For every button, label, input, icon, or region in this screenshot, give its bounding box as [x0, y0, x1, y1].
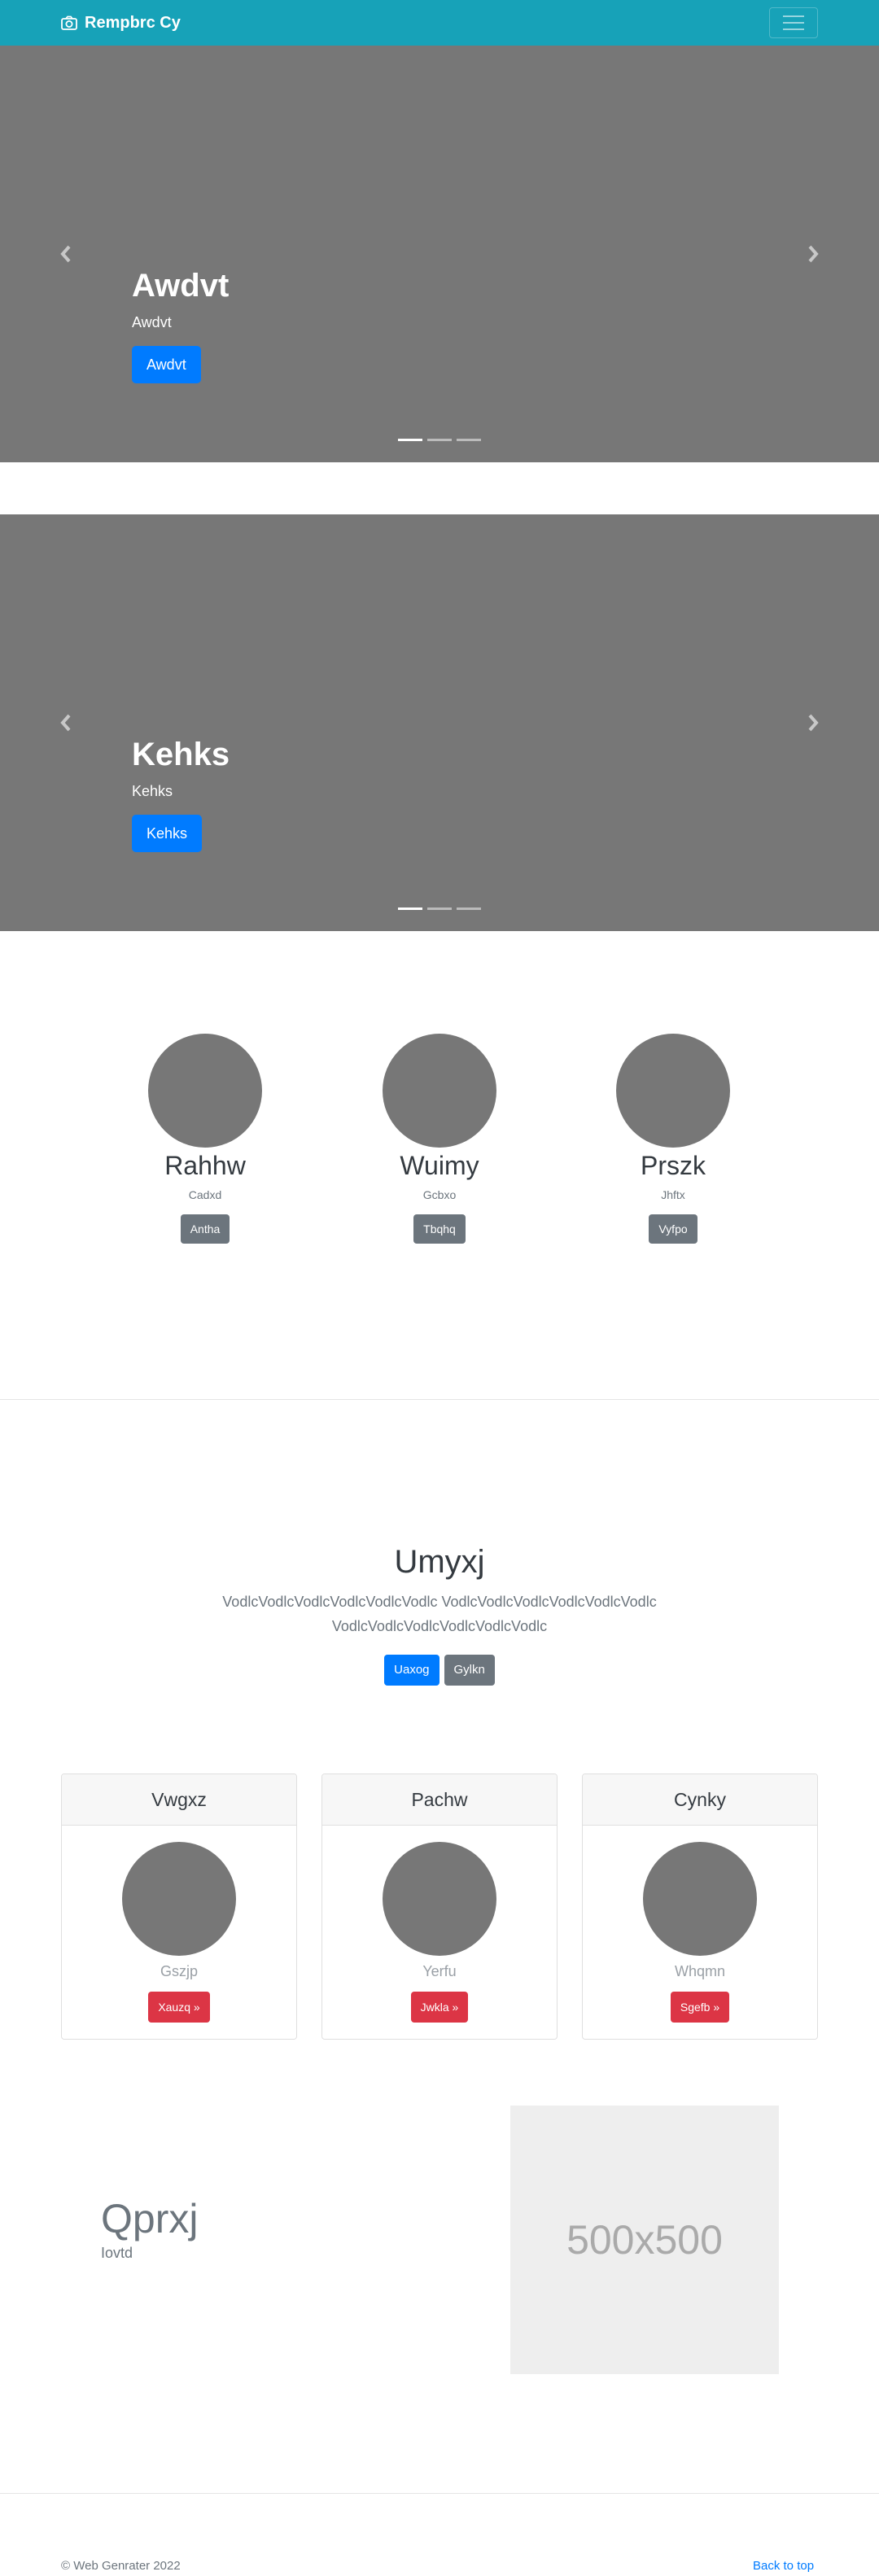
- marketing-column: Wuimy Gcbxo Tbqhq: [317, 1034, 562, 1244]
- chevron-right-icon: [808, 714, 819, 732]
- column-text: Gcbxo: [422, 1188, 457, 1201]
- avatar-placeholder: [383, 1034, 496, 1148]
- carousel-2-indicator[interactable]: [457, 908, 481, 910]
- card-text: Yerfu: [422, 1963, 457, 1979]
- featurette-image-placeholder: 500x500: [510, 2106, 779, 2374]
- carousel-1-button[interactable]: Awdvt: [132, 346, 201, 383]
- card-text: Gszjp: [160, 1963, 198, 1979]
- carousel-1: Awdvt Awdvt Awdvt: [0, 46, 879, 462]
- brand-link[interactable]: Rempbrc Cy: [61, 11, 181, 34]
- chevron-right-icon: [808, 245, 819, 263]
- carousel-2-next-button[interactable]: [747, 514, 879, 931]
- column-title: Wuimy: [400, 1151, 479, 1180]
- card: Vwgxz Gszjp Xauzq »: [61, 1773, 297, 2040]
- carousel-2-indicator[interactable]: [427, 908, 452, 910]
- card-header: Vwgxz: [62, 1774, 296, 1826]
- carousel-2-prev-button[interactable]: [0, 514, 132, 931]
- card-header: Pachw: [322, 1774, 557, 1826]
- back-to-top-link[interactable]: Back to top: [753, 2558, 814, 2574]
- carousel-2-indicator[interactable]: [398, 908, 422, 910]
- column-text: Cadxd: [188, 1188, 222, 1201]
- avatar-placeholder: [643, 1842, 757, 1956]
- avatar-placeholder: [122, 1842, 236, 1956]
- carousel-2: Kehks Kehks Kehks: [0, 514, 879, 931]
- avatar-placeholder: [148, 1034, 262, 1148]
- chevron-left-icon: [60, 714, 71, 732]
- chevron-left-icon: [60, 245, 71, 263]
- carousel-2-indicators: [0, 908, 879, 910]
- jumbotron-secondary-button[interactable]: Gylkn: [444, 1655, 495, 1686]
- carousel-1-text: Awdvt: [132, 314, 172, 330]
- avatar-placeholder: [383, 1842, 496, 1956]
- column-title: Rahhw: [164, 1151, 246, 1180]
- carousel-1-title: Awdvt: [132, 268, 230, 304]
- navbar-toggler-button[interactable]: [769, 7, 818, 38]
- menu-icon: [783, 15, 804, 30]
- column-title: Prszk: [641, 1151, 706, 1180]
- carousel-1-indicator[interactable]: [398, 439, 422, 441]
- card-button[interactable]: Xauzq »: [148, 1992, 210, 2023]
- camera-icon: [61, 15, 77, 30]
- footer-divider: [0, 2493, 879, 2494]
- carousel-1-next-button[interactable]: [747, 46, 879, 462]
- jumbotron-text: VodlcVodlcVodlcVodlcVodlcVodlc VodlcVodl…: [222, 1594, 657, 1634]
- jumbotron-buttons: Uaxog Gylkn: [0, 1655, 879, 1686]
- featurette-subtitle: Iovtd: [101, 2245, 133, 2261]
- carousel-2-button[interactable]: Kehks: [132, 815, 203, 852]
- card-button[interactable]: Sgefb »: [670, 1992, 730, 2023]
- brand-text: Rempbrc Cy: [85, 13, 181, 32]
- avatar-placeholder: [616, 1034, 730, 1148]
- marketing-column: Rahhw Cadxd Antha: [83, 1034, 327, 1244]
- carousel-1-prev-button[interactable]: [0, 46, 132, 462]
- carousel-1-indicator[interactable]: [427, 439, 452, 441]
- jumbotron-title: Umyxj: [394, 1544, 485, 1580]
- carousel-1-indicator[interactable]: [457, 439, 481, 441]
- carousel-1-caption: Awdvt Awdvt Awdvt: [132, 266, 229, 383]
- column-button[interactable]: Vyfpo: [649, 1214, 698, 1244]
- carousel-2-caption: Kehks Kehks Kehks: [132, 735, 230, 852]
- carousel-1-indicators: [0, 439, 879, 441]
- card: Cynky Whqmn Sgefb »: [582, 1773, 818, 2040]
- marketing-column: Prszk Jhftx Vyfpo: [551, 1034, 795, 1244]
- carousel-2-title: Kehks: [132, 737, 230, 772]
- column-button[interactable]: Tbqhq: [413, 1214, 466, 1244]
- placeholder-label: 500x500: [566, 2217, 723, 2263]
- navbar: Rempbrc Cy: [0, 0, 879, 46]
- jumbotron: Umyxj VodlcVodlcVodlcVodlcVodlcVodlc Vod…: [0, 1542, 879, 1686]
- section-divider: [0, 1399, 879, 1400]
- card: Pachw Yerfu Jwkla »: [321, 1773, 558, 2040]
- column-text: Jhftx: [661, 1188, 685, 1201]
- footer-copyright: © Web Genrater 2022: [61, 2559, 181, 2573]
- carousel-2-text: Kehks: [132, 783, 173, 799]
- jumbotron-primary-button[interactable]: Uaxog: [384, 1655, 440, 1686]
- featurette-text: Qprxj Iovtd: [101, 2195, 198, 2263]
- card-button[interactable]: Jwkla »: [410, 1992, 469, 2023]
- column-button[interactable]: Antha: [180, 1214, 230, 1244]
- card-header: Cynky: [583, 1774, 817, 1826]
- featurette-title: Qprxj: [101, 2196, 199, 2241]
- card-text: Whqmn: [674, 1963, 725, 1979]
